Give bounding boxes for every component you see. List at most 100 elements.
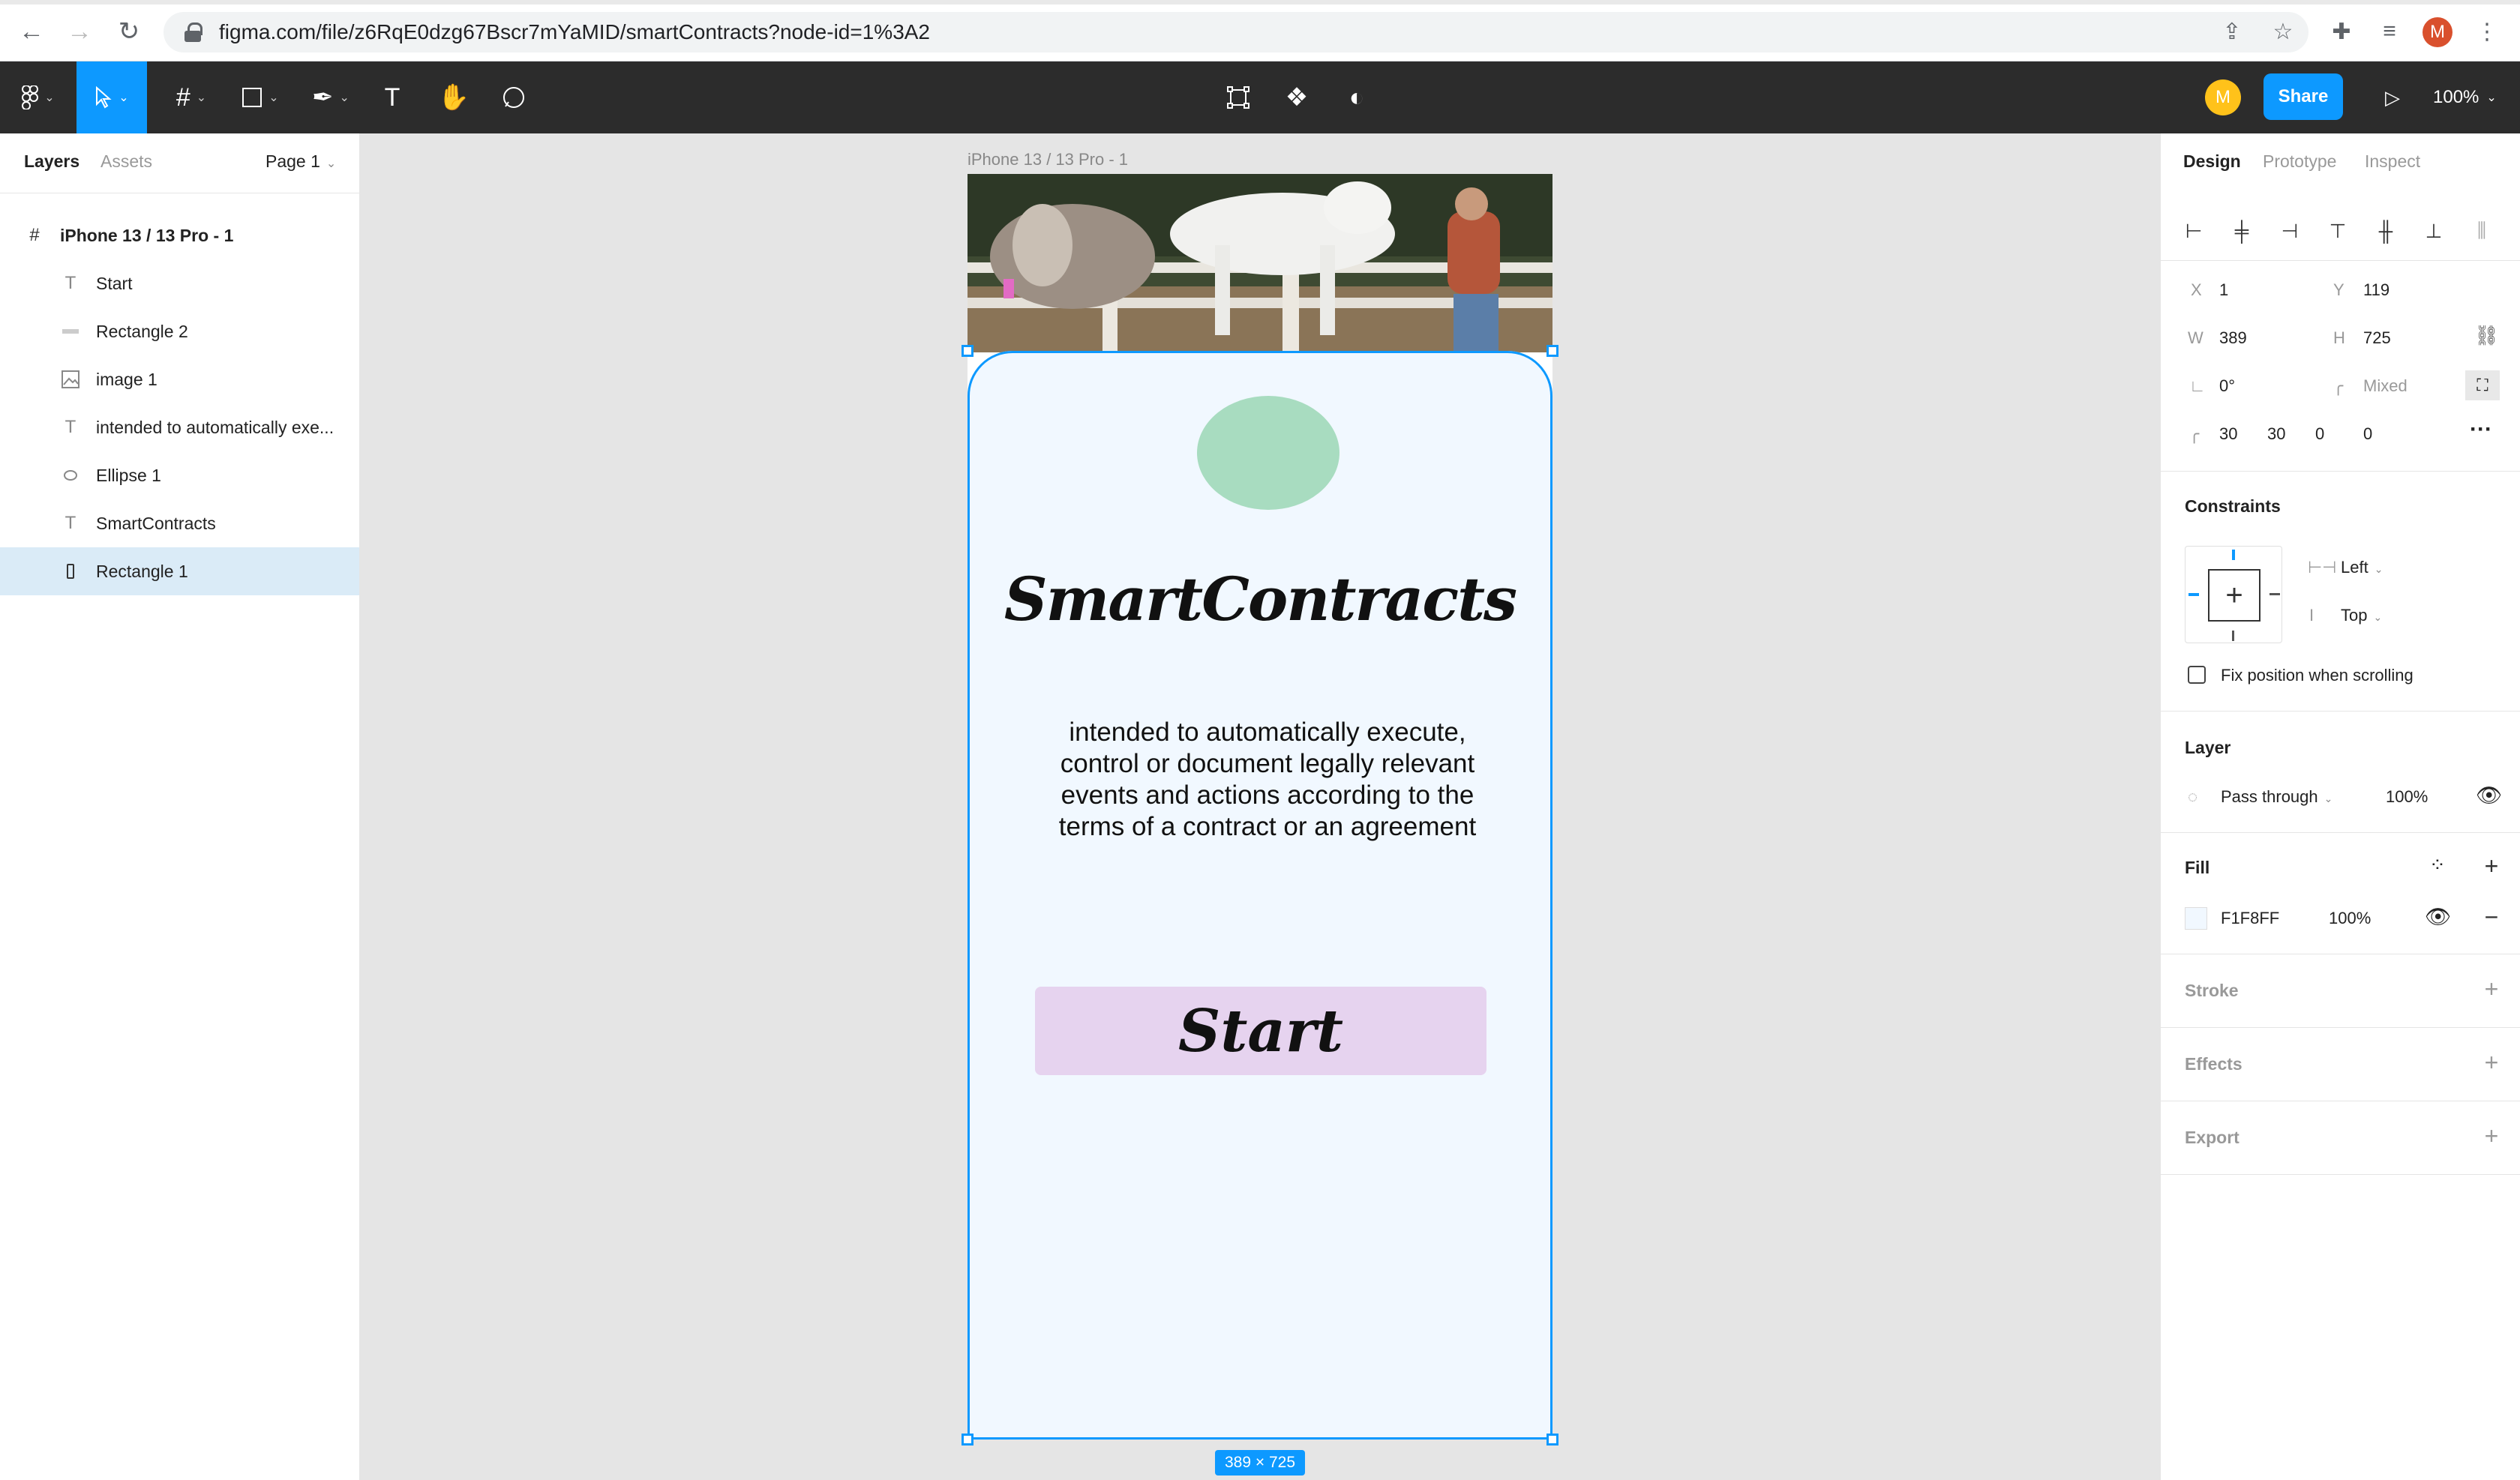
layer-item[interactable]: image 1: [0, 355, 359, 403]
layer-item[interactable]: T SmartContracts: [0, 499, 359, 547]
zoom-dropdown[interactable]: 100% ⌄: [2433, 82, 2497, 112]
divider: [2161, 711, 2520, 712]
background-card[interactable]: [968, 351, 1552, 1440]
visibility-eye-icon[interactable]: 👁: [2476, 783, 2503, 807]
layer-item-selected[interactable]: Rectangle 1: [0, 547, 359, 595]
w-input[interactable]: 389: [2219, 328, 2247, 348]
app-title[interactable]: SmartContracts: [968, 564, 1552, 634]
media-control-icon[interactable]: ≡: [2374, 16, 2404, 46]
resize-handle-tr[interactable]: [1546, 345, 1558, 357]
y-input[interactable]: 119: [2363, 280, 2390, 300]
align-center-v-icon[interactable]: ╫: [2374, 219, 2398, 243]
horse-photo[interactable]: [968, 174, 1552, 352]
align-bottom-icon[interactable]: ⊥: [2422, 219, 2446, 243]
extensions-icon[interactable]: ✚: [2326, 16, 2356, 46]
share-page-icon[interactable]: ⇪: [2217, 16, 2247, 46]
component-icon[interactable]: ❖: [1278, 61, 1316, 133]
h-input[interactable]: 725: [2363, 328, 2391, 348]
more-options-icon[interactable]: ···: [2470, 417, 2492, 442]
zoom-value: 100%: [2433, 87, 2480, 107]
align-right-icon[interactable]: ⊣: [2278, 219, 2302, 243]
tab-assets[interactable]: Assets: [100, 151, 152, 172]
resize-handle-br[interactable]: [1546, 1434, 1558, 1446]
y-label: Y: [2333, 280, 2344, 299]
add-fill-icon[interactable]: +: [2480, 852, 2503, 879]
corner-radius-input[interactable]: Mixed: [2363, 376, 2408, 396]
shape-tool-icon[interactable]: ⌄: [232, 61, 288, 133]
independent-corners-icon[interactable]: ⛶: [2465, 370, 2500, 400]
pen-tool-icon[interactable]: ✒ ⌄: [303, 61, 358, 133]
add-effect-icon[interactable]: +: [2480, 1049, 2503, 1076]
reload-icon[interactable]: ↻: [112, 15, 146, 48]
add-stroke-icon[interactable]: +: [2480, 975, 2503, 1002]
main-menu-icon[interactable]: ⌄: [12, 61, 64, 133]
move-tool-icon[interactable]: ⌄: [76, 61, 147, 133]
align-top-icon[interactable]: ⊤: [2326, 219, 2350, 243]
fill-color-swatch[interactable]: [2185, 907, 2207, 930]
fix-position-checkbox[interactable]: [2188, 666, 2206, 684]
layer-opacity-input[interactable]: 100%: [2386, 787, 2428, 807]
constrain-proportions-icon[interactable]: ⛓: [2474, 324, 2499, 347]
distribute-icon[interactable]: ⫼: [2470, 219, 2494, 243]
fill-opacity-input[interactable]: 100%: [2329, 909, 2371, 928]
present-play-icon[interactable]: ▷: [2374, 79, 2410, 115]
layer-item[interactable]: Rectangle 2: [0, 307, 359, 355]
profile-avatar[interactable]: M: [2422, 17, 2452, 47]
vertical-constraint-dropdown[interactable]: Top ⌄: [2341, 606, 2382, 625]
align-left-icon[interactable]: ⊢: [2182, 219, 2206, 243]
corner-bl-input[interactable]: 0: [2363, 424, 2372, 444]
fill-visibility-eye-icon[interactable]: 👁: [2425, 904, 2452, 929]
constraint-top-marker[interactable]: [2232, 550, 2235, 560]
stroke-section-title: Stroke: [2185, 981, 2239, 1000]
address-bar[interactable]: figma.com/file/z6RqE0dzg67Bscr7mYaMID/sm…: [164, 12, 2308, 52]
constraint-bottom-marker[interactable]: [2232, 631, 2234, 641]
fill-hex-input[interactable]: F1F8FF: [2221, 909, 2279, 928]
frame-title[interactable]: iPhone 13 / 13 Pro - 1: [968, 150, 1128, 169]
align-center-h-icon[interactable]: ╪: [2230, 219, 2254, 243]
text-tool-icon[interactable]: T: [374, 61, 411, 133]
figma-toolbar: ⌄ ⌄ # ⌄ ⌄ ✒ ⌄ T ✋ ❖ ◐: [0, 61, 2520, 133]
tab-design[interactable]: Design: [2183, 151, 2241, 172]
layer-item[interactable]: T intended to automatically exe...: [0, 403, 359, 451]
hand-tool-icon[interactable]: ✋: [435, 61, 472, 133]
chevron-down-icon: ⌄: [2373, 611, 2383, 623]
corner-br-input[interactable]: 0: [2315, 424, 2324, 444]
horizontal-constraint-dropdown[interactable]: Left ⌄: [2341, 558, 2383, 577]
frame-tool-icon[interactable]: # ⌄: [165, 61, 218, 133]
page-selector[interactable]: Page 1 ⌄: [266, 151, 336, 172]
style-grid-icon[interactable]: ⁘: [2429, 853, 2446, 876]
remove-fill-icon[interactable]: −: [2480, 903, 2503, 930]
tab-inspect[interactable]: Inspect: [2365, 151, 2420, 172]
start-button[interactable]: Start: [1035, 987, 1486, 1075]
layer-item[interactable]: T Start: [0, 259, 359, 307]
description-text[interactable]: intended to automatically execute, contr…: [1050, 717, 1485, 843]
forward-icon[interactable]: →: [63, 15, 96, 48]
blend-mode-dropdown[interactable]: Pass through ⌄: [2221, 787, 2332, 807]
rotation-input[interactable]: 0°: [2219, 376, 2235, 396]
resize-handle-bl[interactable]: [962, 1434, 974, 1446]
bounding-box-icon[interactable]: [1220, 61, 1257, 133]
bookmark-star-icon[interactable]: ☆: [2268, 16, 2298, 46]
mask-icon[interactable]: ◐: [1338, 61, 1376, 133]
properties-panel: Design Prototype Inspect ⊢ ╪ ⊣ ⊤ ╫ ⊥ ⫼ X…: [2160, 133, 2520, 1480]
browser-menu-icon[interactable]: ⋮: [2472, 16, 2502, 46]
constraint-left-marker[interactable]: [2188, 593, 2199, 596]
tab-layers[interactable]: Layers: [24, 151, 80, 172]
layer-frame[interactable]: # iPhone 13 / 13 Pro - 1: [0, 211, 359, 259]
back-icon[interactable]: ←: [15, 15, 48, 48]
comment-tool-icon[interactable]: [495, 61, 532, 133]
tab-prototype[interactable]: Prototype: [2263, 151, 2336, 172]
layer-item[interactable]: Ellipse 1: [0, 451, 359, 499]
corner-tl-input[interactable]: 30: [2219, 424, 2237, 444]
user-avatar[interactable]: M: [2205, 79, 2241, 115]
ellipse-shape[interactable]: [1197, 396, 1340, 510]
lock-icon: [184, 22, 202, 42]
corner-tr-input[interactable]: 30: [2267, 424, 2285, 444]
constraint-right-marker[interactable]: [2270, 593, 2280, 595]
add-export-icon[interactable]: +: [2480, 1122, 2503, 1149]
resize-handle-tl[interactable]: [962, 345, 974, 357]
vertical-constraint-icon: I: [2309, 606, 2314, 625]
constraint-widget[interactable]: +: [2185, 546, 2282, 643]
x-input[interactable]: 1: [2219, 280, 2228, 300]
share-button[interactable]: Share: [2264, 73, 2343, 120]
